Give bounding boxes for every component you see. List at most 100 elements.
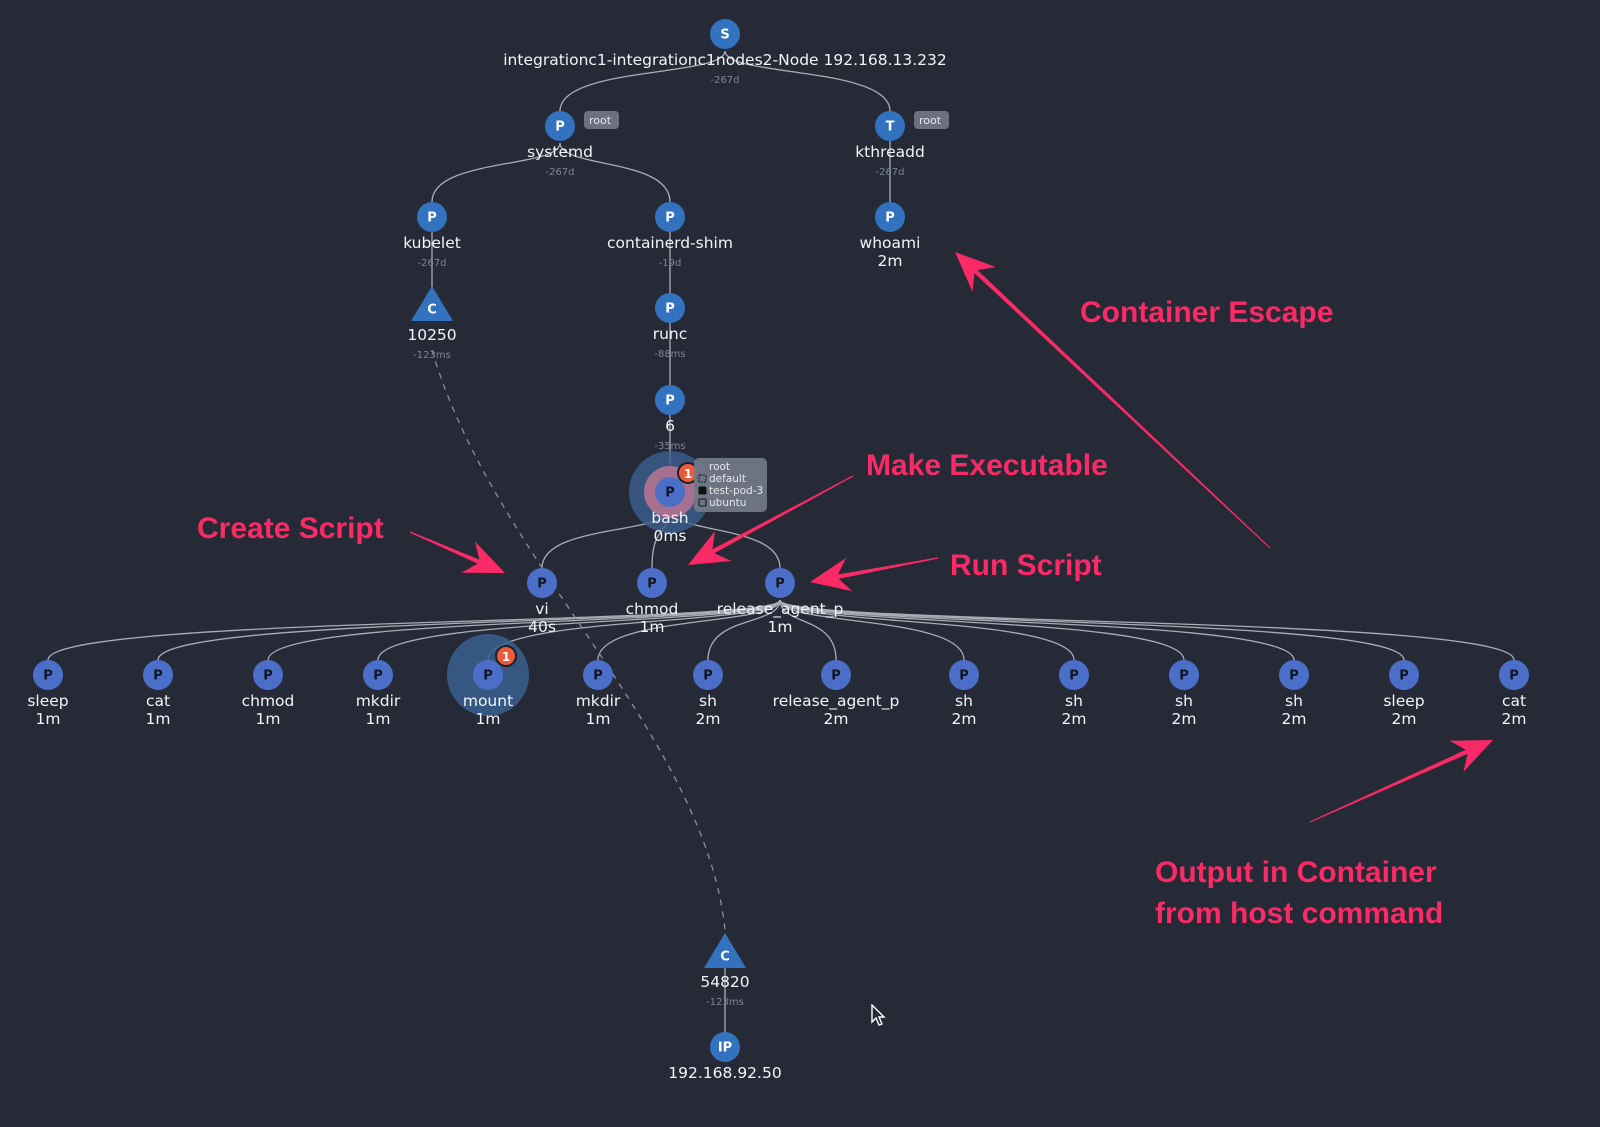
info-pod: test-pod-3 — [709, 485, 763, 497]
node-type-glyph: P — [831, 669, 841, 684]
node-type-glyph: P — [647, 577, 657, 592]
node-label: vi — [535, 600, 548, 618]
node-c6[interactable]: Pmkdir1m — [576, 660, 621, 728]
node-label: containerd-shim — [607, 234, 733, 252]
node-label: whoami — [860, 234, 921, 252]
node-label: mkdir — [356, 692, 401, 710]
node-type-glyph: P — [593, 669, 603, 684]
node-duration: 1m — [476, 710, 501, 728]
node-age: -267d — [710, 75, 739, 86]
node-label: 10250 — [407, 326, 456, 344]
node-type-glyph: C — [720, 950, 730, 965]
node-c14[interactable]: Pcat2m — [1499, 660, 1529, 728]
node-proc-6[interactable]: P 6 -35ms — [654, 385, 686, 452]
node-type-glyph: P — [665, 302, 675, 317]
node-type-glyph: S — [720, 28, 729, 43]
node-type-glyph: P — [373, 669, 383, 684]
node-server[interactable]: Sintegrationc1-integrationc1nodes2-Node … — [503, 19, 947, 86]
edge-release-agent-a-c3 — [267, 599, 781, 661]
node-runc[interactable]: Prunc -88ms — [653, 293, 688, 360]
node-c4[interactable]: Pmkdir1m — [356, 660, 401, 728]
node-duration: 1m — [256, 710, 281, 728]
node-conn-10250[interactable]: C 10250 -123ms — [407, 286, 457, 361]
node-c5[interactable]: Pmount1m 1 — [447, 634, 529, 728]
node-c11[interactable]: Psh2m — [1169, 660, 1199, 728]
node-c10[interactable]: Psh2m — [1059, 660, 1089, 728]
node-age: -123ms — [413, 350, 451, 361]
node-kthreadd[interactable]: Tkthreadd -267d root — [855, 111, 949, 178]
node-duration: 2m — [1062, 710, 1087, 728]
node-label: chmod — [242, 692, 295, 710]
node-type-glyph: P — [43, 669, 53, 684]
node-type-glyph: C — [427, 303, 437, 318]
node-c8[interactable]: Prelease_agent_p2m — [773, 660, 900, 728]
node-age: -88ms — [654, 349, 685, 360]
node-info-tooltip: rootdefaulttest-pod-3ubuntu — [694, 458, 767, 512]
node-type-glyph: P — [1289, 669, 1299, 684]
node-c9[interactable]: Psh2m — [949, 660, 979, 728]
arrow-create-script-icon — [409, 531, 505, 573]
info-namespace: default — [709, 473, 746, 485]
node-label: bash — [651, 509, 688, 527]
node-label: release_agent_p — [773, 692, 900, 711]
node-type-glyph: P — [885, 211, 895, 226]
svg-text:1: 1 — [684, 467, 692, 481]
node-c3[interactable]: Pchmod1m — [242, 660, 295, 728]
node-vi[interactable]: Pvi40s — [527, 568, 557, 636]
node-whoami[interactable]: Pwhoami2m — [860, 202, 921, 270]
node-type-glyph: P — [775, 577, 785, 592]
node-c2[interactable]: Pcat1m — [143, 660, 173, 728]
node-type-glyph: P — [665, 394, 675, 409]
process-tree-graph: Sintegrationc1-integrationc1nodes2-Node … — [27, 19, 1529, 1082]
alert-count-badge[interactable]: 1 — [495, 645, 517, 667]
node-kubelet[interactable]: Pkubelet -267d — [403, 202, 461, 269]
node-duration: 1m — [640, 618, 665, 636]
node-bash[interactable]: Pbash0ms 1 rootdefaulttest-pod-3ubuntu — [629, 451, 767, 545]
node-c12[interactable]: Psh2m — [1279, 660, 1309, 728]
node-label: systemd — [527, 143, 593, 161]
node-duration: 2m — [1392, 710, 1417, 728]
node-remote-ip[interactable]: IP 192.168.92.50 — [668, 1032, 782, 1082]
node-systemd[interactable]: Psystemd -267d root — [527, 111, 619, 178]
node-containerd-shim[interactable]: Pcontainerd-shim -19d — [607, 202, 733, 269]
node-label: mount — [463, 692, 513, 710]
node-label: mkdir — [576, 692, 621, 710]
node-label: sh — [955, 692, 973, 710]
node-label: sh — [1065, 692, 1083, 710]
node-duration: 40s — [528, 618, 556, 636]
node-label: 6 — [665, 417, 675, 435]
node-type-glyph: P — [483, 669, 493, 684]
node-type-glyph: P — [1179, 669, 1189, 684]
user-tag: root — [584, 111, 619, 129]
node-label: sh — [1285, 692, 1303, 710]
node-duration: 0ms — [653, 527, 686, 545]
pod-icon — [698, 486, 707, 495]
node-type-glyph: P — [665, 211, 675, 226]
node-type-glyph: P — [153, 669, 163, 684]
node-type-glyph: P — [665, 486, 675, 501]
info-image: ubuntu — [709, 497, 746, 509]
node-type-glyph: P — [1509, 669, 1519, 684]
annotation-container-escape: Container Escape — [1080, 296, 1333, 329]
node-age: -19d — [659, 258, 682, 269]
node-label: 54820 — [700, 973, 749, 991]
node-c7[interactable]: Psh2m — [693, 660, 723, 728]
node-label: cat — [1502, 692, 1526, 710]
node-label: 192.168.92.50 — [668, 1064, 781, 1082]
node-c13[interactable]: Psleep2m — [1383, 660, 1425, 728]
node-duration: 2m — [1282, 710, 1307, 728]
node-c1[interactable]: Psleep1m — [27, 660, 69, 728]
node-label: chmod — [626, 600, 679, 618]
node-label: sleep — [27, 692, 68, 710]
node-age: -267d — [875, 167, 904, 178]
user-tag: root — [914, 111, 949, 129]
node-label: cat — [146, 692, 170, 710]
node-duration: 1m — [768, 618, 793, 636]
annotation-output-in-container: from host command — [1155, 897, 1443, 930]
node-age: -123ms — [706, 997, 744, 1008]
node-duration: 2m — [952, 710, 977, 728]
edge-release-agent-a-c12 — [779, 599, 1295, 661]
node-duration: 1m — [366, 710, 391, 728]
node-type-glyph: T — [886, 120, 895, 135]
node-type-glyph: P — [537, 577, 547, 592]
